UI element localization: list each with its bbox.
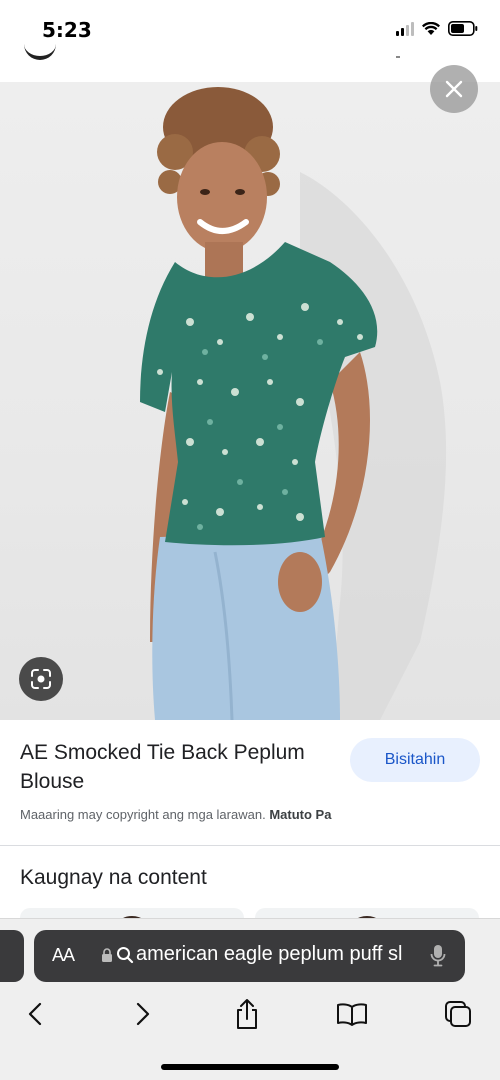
bookmarks-button[interactable] [332, 994, 372, 1034]
wifi-icon [422, 21, 440, 35]
previous-tab-peek[interactable] [0, 930, 24, 982]
back-button[interactable] [15, 994, 55, 1034]
copyright-notice: Maaaring may copyright ang mga larawan. … [20, 807, 331, 822]
back-icon [28, 1002, 42, 1026]
tabs-button[interactable] [438, 994, 478, 1034]
forward-icon [136, 1002, 150, 1026]
aa-label: AA [52, 945, 75, 965]
lock-icon [102, 948, 112, 962]
address-bar[interactable]: AA american eagle peplum puff sl [34, 930, 465, 982]
copyright-text: Maaaring may copyright ang mga larawan. [20, 807, 266, 822]
home-indicator[interactable] [161, 1064, 339, 1070]
product-image[interactable] [0, 82, 500, 720]
search-icon [117, 947, 134, 964]
product-title[interactable]: AE Smocked Tie Back Peplum Blouse [20, 738, 340, 796]
share-button[interactable] [227, 994, 267, 1034]
model-illustration [140, 87, 447, 720]
lens-button[interactable] [19, 657, 63, 701]
close-button[interactable] [430, 65, 478, 113]
underlying-page-strip [0, 40, 500, 82]
close-icon [445, 80, 463, 98]
status-time: 5:23 [42, 18, 92, 42]
share-icon [237, 999, 257, 1029]
microphone-icon[interactable] [430, 944, 446, 968]
related-heading: Kaugnay na content [20, 866, 207, 889]
bookmarks-icon [337, 1003, 367, 1026]
signal-icon [396, 21, 414, 36]
dot-icon [396, 56, 400, 58]
forward-button[interactable] [123, 994, 163, 1034]
reader-options-button[interactable]: AA [52, 945, 75, 966]
divider [0, 845, 500, 846]
visit-button[interactable]: Bisitahin [350, 738, 480, 782]
battery-icon [448, 21, 478, 36]
learn-more-link[interactable]: Matuto Pa [269, 807, 331, 822]
lens-icon [31, 669, 51, 689]
status-icons [396, 21, 478, 36]
tabs-icon [445, 1001, 471, 1027]
url-text[interactable]: american eagle peplum puff sl [136, 943, 416, 966]
